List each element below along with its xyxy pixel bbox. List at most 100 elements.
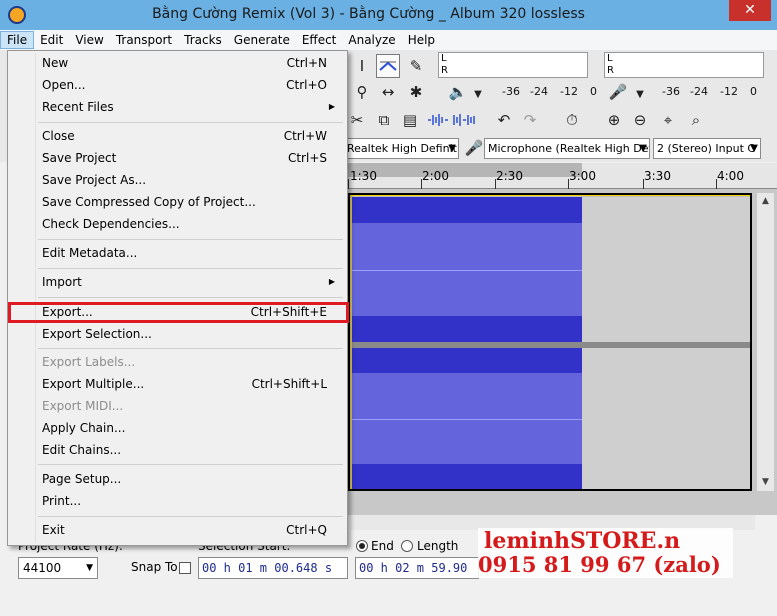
undo-icon[interactable]: ↶ xyxy=(492,108,516,132)
menu-view[interactable]: View xyxy=(69,31,109,49)
vertical-scrollbar[interactable]: ▲ ▼ xyxy=(757,193,774,491)
scroll-up-icon[interactable]: ▲ xyxy=(757,193,774,210)
menu-tracks[interactable]: Tracks xyxy=(178,31,228,49)
timeline-ruler[interactable]: 1:30 2:00 2:30 3:00 3:30 4:00 xyxy=(348,163,777,189)
timeline-selection xyxy=(348,163,582,177)
menu-item-check-dependencies[interactable]: Check Dependencies... xyxy=(10,213,345,235)
selection-start-time[interactable]: 00 h 01 m 00.648 s xyxy=(198,557,348,579)
silence-audio-icon[interactable] xyxy=(452,108,476,132)
menu-item-save-compressed-copy[interactable]: Save Compressed Copy of Project... xyxy=(10,191,345,213)
menu-item-label: Export Selection... xyxy=(42,327,152,341)
timeline-tick xyxy=(568,179,569,189)
menu-item-save-project[interactable]: Save Project Ctrl+S xyxy=(10,147,345,169)
menu-item-label: Save Project As... xyxy=(42,173,147,187)
fit-project-icon[interactable]: ⌕ xyxy=(684,108,708,132)
waveform-left-channel[interactable] xyxy=(352,197,582,342)
menu-item-shortcut: Ctrl+O xyxy=(286,78,327,92)
menu-edit[interactable]: Edit xyxy=(34,31,69,49)
zoom-out-icon[interactable]: ⊖ xyxy=(628,108,652,132)
record-scale-label: -36 xyxy=(662,85,680,98)
track-empty-region[interactable] xyxy=(582,197,750,342)
menu-help[interactable]: Help xyxy=(402,31,441,49)
menu-item-exit[interactable]: Exit Ctrl+Q xyxy=(10,519,345,541)
menu-item-new[interactable]: New Ctrl+N xyxy=(10,52,345,74)
meter-right-label: R xyxy=(607,65,614,76)
menu-generate[interactable]: Generate xyxy=(228,31,296,49)
input-device-select[interactable]: Microphone (Realtek High Defi ▼ xyxy=(484,138,650,159)
audio-track[interactable] xyxy=(348,193,752,491)
scroll-down-icon[interactable]: ▼ xyxy=(757,474,774,491)
envelope-tool-icon[interactable] xyxy=(376,54,400,78)
menu-item-label: Page Setup... xyxy=(42,472,122,486)
draw-tool-icon[interactable]: ✎ xyxy=(404,54,428,78)
menu-item-shortcut: Ctrl+Q xyxy=(286,523,327,537)
chevron-down-icon: ▼ xyxy=(86,563,93,573)
timeline-tick xyxy=(716,179,717,189)
output-device-select[interactable]: Realtek High Definit ▼ xyxy=(343,138,459,159)
redo-icon[interactable]: ↷ xyxy=(518,108,542,132)
meter-right-label: R xyxy=(441,65,448,76)
menu-item-label: Edit Metadata... xyxy=(42,246,138,260)
microphone-icon: 🎤 xyxy=(464,139,484,157)
input-device-value: Microphone (Realtek High Defi xyxy=(488,142,650,155)
playback-scale-label: -36 xyxy=(502,85,520,98)
chevron-down-icon: ▼ xyxy=(448,143,456,154)
submenu-arrow-icon: ▶ xyxy=(328,277,335,286)
project-rate-select[interactable]: 44100 ▼ xyxy=(18,557,98,579)
menu-item-close[interactable]: Close Ctrl+W xyxy=(10,125,345,147)
menu-bar: File Edit View Transport Tracks Generate… xyxy=(0,30,777,50)
watermark: leminhSTORE.n 0915 81 99 67 (zalo) xyxy=(478,528,733,578)
tools-and-meters-row: I ✎ L R L R xyxy=(350,52,777,82)
menu-item-label: Open... xyxy=(42,78,86,92)
menu-item-save-project-as[interactable]: Save Project As... xyxy=(10,169,345,191)
file-menu-dropdown: New Ctrl+N Open... Ctrl+O Recent Files ▶… xyxy=(7,50,349,546)
menu-file[interactable]: File xyxy=(0,31,35,49)
menu-item-edit-metadata[interactable]: Edit Metadata... xyxy=(10,242,345,264)
selection-tool-icon[interactable]: I xyxy=(350,54,374,78)
record-scale-label: -24 xyxy=(690,85,708,98)
menu-item-apply-chain[interactable]: Apply Chain... xyxy=(10,417,345,439)
input-channels-select[interactable]: 2 (Stereo) Input C ▼ xyxy=(653,138,761,159)
trim-audio-icon[interactable] xyxy=(426,108,450,132)
zoom-in-icon[interactable]: ⊕ xyxy=(602,108,626,132)
menu-item-print[interactable]: Print... xyxy=(10,490,345,512)
record-meter[interactable]: L R xyxy=(604,52,764,78)
length-radio[interactable] xyxy=(401,540,413,552)
project-rate-value: 44100 xyxy=(23,561,62,575)
fit-selection-icon[interactable]: ⌖ xyxy=(656,108,680,132)
track-empty-region[interactable] xyxy=(582,348,750,489)
playback-meter-dropdown-icon[interactable]: ▼ xyxy=(466,82,490,106)
selection-end-time[interactable]: 00 h 02 m 59.90 xyxy=(355,557,479,579)
menu-effect[interactable]: Effect xyxy=(296,31,343,49)
menu-item-edit-chains[interactable]: Edit Chains... xyxy=(10,439,345,461)
menu-transport[interactable]: Transport xyxy=(110,31,178,49)
menu-item-export-selection[interactable]: Export Selection... xyxy=(10,323,345,345)
waveform-right-channel[interactable] xyxy=(352,348,582,489)
chevron-down-icon: ▼ xyxy=(750,143,758,154)
menu-item-export-multiple[interactable]: Export Multiple... Ctrl+Shift+L xyxy=(10,373,345,395)
menu-item-label: Export Labels... xyxy=(42,355,136,369)
menu-item-page-setup[interactable]: Page Setup... xyxy=(10,468,345,490)
paste-icon[interactable]: ▤ xyxy=(398,108,422,132)
menu-item-import[interactable]: Import ▶ xyxy=(10,271,345,293)
zoom-tool-icon[interactable]: ⚲ xyxy=(350,80,374,104)
end-radio[interactable] xyxy=(356,540,368,552)
menu-item-open[interactable]: Open... Ctrl+O xyxy=(10,74,345,96)
copy-icon[interactable]: ⧉ xyxy=(372,108,396,132)
record-meter-dropdown-icon[interactable]: ▼ xyxy=(628,82,652,106)
timeline-tick xyxy=(643,179,644,189)
sync-lock-icon[interactable]: ⏱ xyxy=(560,108,584,132)
menu-separator xyxy=(38,297,343,298)
multi-tool-icon[interactable]: ✱ xyxy=(404,80,428,104)
cut-icon[interactable]: ✂ xyxy=(345,108,369,132)
menu-analyze[interactable]: Analyze xyxy=(342,31,401,49)
snap-to-checkbox[interactable] xyxy=(179,562,191,574)
microphone-icon[interactable]: 🎤 xyxy=(606,80,630,104)
timeshift-tool-icon[interactable]: ↔ xyxy=(376,80,400,104)
track-panel[interactable]: ▲ ▼ xyxy=(348,189,777,515)
menu-item-label: Close xyxy=(42,129,75,143)
playback-meter[interactable]: L R xyxy=(438,52,588,78)
menu-item-recent-files[interactable]: Recent Files ▶ xyxy=(10,96,345,118)
close-window-button[interactable]: ✕ xyxy=(729,0,771,21)
selection-start-value: 00 h 01 m 00.648 s xyxy=(202,561,333,575)
